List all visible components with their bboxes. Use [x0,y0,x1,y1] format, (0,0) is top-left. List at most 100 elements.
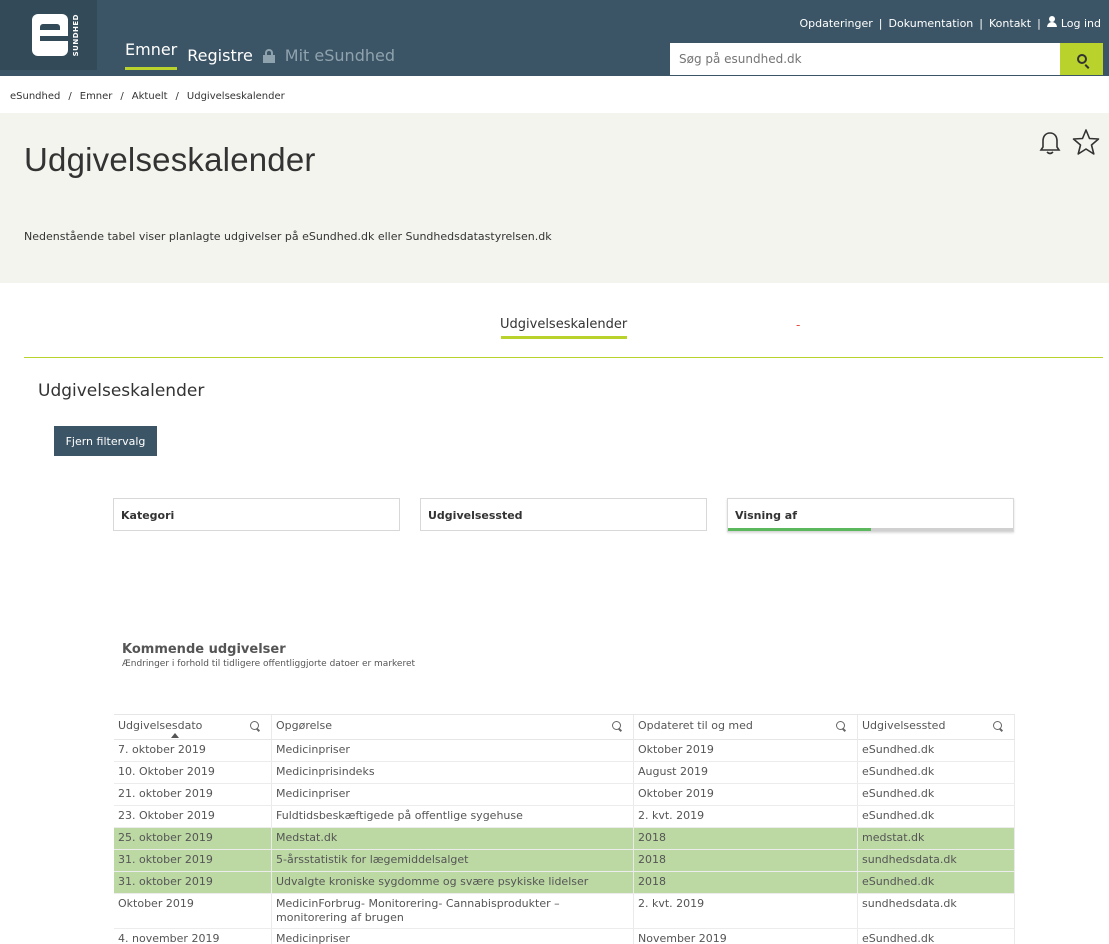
table-row[interactable]: 7. oktober 2019 Medicinpriser Oktober 2019… [114,740,1015,762]
breadcrumb-esundhed[interactable]: eSundhed [10,91,60,102]
table-cell: 5-årsstatistik for lægemiddelsalget [272,850,634,871]
table-cell: eSundhed.dk [858,784,1015,805]
table-cell: Medstat.dk [272,828,634,849]
breadcrumb-emner[interactable]: Emner [80,91,113,102]
page-description: Nedenstående tabel viser planlagte udgiv… [24,230,552,243]
table-cell: 2018 [634,872,858,893]
table-cell: Udvalgte kroniske sygdomme og svære psyk… [272,872,634,893]
search-icon[interactable] [250,721,259,730]
search-input[interactable] [670,43,1060,75]
table-cell: August 2019 [634,762,858,783]
search-button[interactable] [1060,43,1103,75]
filter-udgivelsessted[interactable]: Udgivelsessted [420,498,707,531]
column-header-udgivelsessted[interactable]: Udgivelsessted [858,715,1015,739]
logo-e-icon [32,14,68,56]
table-cell: November 2019 [634,929,858,944]
logo-text: SUNDHED [72,14,80,57]
link-dokumentation[interactable]: Dokumentation [889,17,974,30]
table-cell: 2. kvt. 2019 [634,894,858,928]
filter-label: Udgivelsessted [428,509,523,522]
filter-visning-af[interactable]: Visning af [727,498,1014,532]
filter-label: Kategori [121,509,175,522]
table-cell: 10. Oktober 2019 [114,762,272,783]
top-links: Opdateringer | Dokumentation | Kontakt | Lo… [799,16,1101,30]
search-icon[interactable] [836,721,845,730]
table-cell: eSundhed.dk [858,929,1015,944]
breadcrumb-aktuelt[interactable]: Aktuelt [132,91,168,102]
star-icon[interactable] [1072,128,1100,156]
table-row[interactable]: 31. oktober 2019 Udvalgte kroniske sygdom… [114,872,1015,894]
table-row[interactable]: 21. oktober 2019 Medicinpriser Oktober 201… [114,784,1015,806]
table-cell: Medicinprisindeks [272,762,634,783]
table-cell: 31. oktober 2019 [114,872,272,893]
table-cell: eSundhed.dk [858,740,1015,761]
table-cell: eSundhed.dk [858,872,1015,893]
table-row[interactable]: 23. Oktober 2019 Fuldtidsbeskæftigede på … [114,806,1015,828]
table-cell: 2. kvt. 2019 [634,806,858,827]
user-icon [1046,16,1057,27]
nav-item-registre[interactable]: Registre [187,46,253,65]
table-cell: Oktober 2019 [634,784,858,805]
table-row[interactable]: Oktober 2019 MedicinForbrug- Monitorering… [114,894,1015,929]
section-title: Udgivelseskalender [38,381,205,401]
clear-filters-button[interactable]: Fjern filtervalg [54,426,157,456]
search-icon [1076,54,1087,64]
table-cell: Oktober 2019 [634,740,858,761]
table-cell: 2018 [634,850,858,871]
releases-table: Udgivelsesdato Opgørelse Opdateret til o… [114,714,1015,944]
search-icon[interactable] [993,721,1002,730]
table-cell: 31. oktober 2019 [114,850,272,871]
table-cell: Medicinpriser [272,740,634,761]
table-cell: 4. november 2019 [114,929,272,944]
breadcrumb: eSundhed / Emner / Aktuelt / Udgivelseskalende… [10,91,285,102]
upcoming-title: Kommende udgivelser [122,642,286,657]
login-link[interactable]: Log ind [1046,16,1101,30]
tab-divider [24,357,1103,358]
active-tab-indicator [501,336,627,339]
column-label: Udgivelsessted [862,719,946,732]
link-kontakt[interactable]: Kontakt [989,17,1031,30]
filter-label: Visning af [735,509,797,522]
column-header-opdateret[interactable]: Opdateret til og med [634,715,858,739]
filter-progress-fill [728,528,871,531]
table-cell: 25. oktober 2019 [114,828,272,849]
column-header-udgivelsesdato[interactable]: Udgivelsesdato [114,715,272,739]
column-label: Udgivelsesdato [118,719,203,732]
table-cell: eSundhed.dk [858,762,1015,783]
bell-icon[interactable] [1039,130,1061,156]
table-cell: 23. Oktober 2019 [114,806,272,827]
table-cell: Medicinpriser [272,929,634,944]
table-cell: 2018 [634,828,858,849]
main-nav: Emner Registre Mit eSundhed [125,40,405,70]
table-row[interactable]: 4. november 2019 Medicinpriser November 20… [114,929,1015,944]
breadcrumb-current: Udgivelseskalender [186,91,285,102]
filter-kategori[interactable]: Kategori [113,498,400,531]
table-cell: MedicinForbrug- Monitorering- Cannabispr… [272,894,634,928]
site-header: SUNDHED Emner Registre Mit eSundhed Opda… [0,0,1109,76]
sort-ascending-icon [171,733,179,738]
table-row[interactable]: 25. oktober 2019 Medstat.dk 2018 medstat.dk [114,828,1015,850]
table-cell: Fuldtidsbeskæftigede på offentlige sygeh… [272,806,634,827]
table-cell: eSundhed.dk [858,806,1015,827]
table-cell: 21. oktober 2019 [114,784,272,805]
login-label: Log ind [1060,17,1101,30]
table-row[interactable]: 10. Oktober 2019 Medicinprisindeks August … [114,762,1015,784]
site-logo[interactable]: SUNDHED [0,0,97,70]
search-icon[interactable] [612,721,621,730]
table-cell: sundhedsdata.dk [858,894,1015,928]
page-title: Udgivelseskalender [24,141,316,178]
table-cell: sundhedsdata.dk [858,850,1015,871]
table-body: 7. oktober 2019 Medicinpriser Oktober 2019… [114,740,1015,944]
tab-other[interactable]: - [796,318,800,332]
nav-item-emner[interactable]: Emner [125,40,178,70]
table-row[interactable]: 31. oktober 2019 5-årsstatistik for lægem… [114,850,1015,872]
nav-item-mit-esundhed[interactable]: Mit eSundhed [285,46,395,65]
column-label: Opgørelse [276,719,332,732]
table-header: Udgivelsesdato Opgørelse Opdateret til o… [114,714,1015,740]
column-header-opgorelse[interactable]: Opgørelse [272,715,634,739]
table-cell: medstat.dk [858,828,1015,849]
link-opdateringer[interactable]: Opdateringer [800,17,873,30]
table-cell: Oktober 2019 [114,894,272,928]
tab-udgivelseskalender[interactable]: Udgivelseskalender [500,317,627,332]
table-cell: 7. oktober 2019 [114,740,272,761]
